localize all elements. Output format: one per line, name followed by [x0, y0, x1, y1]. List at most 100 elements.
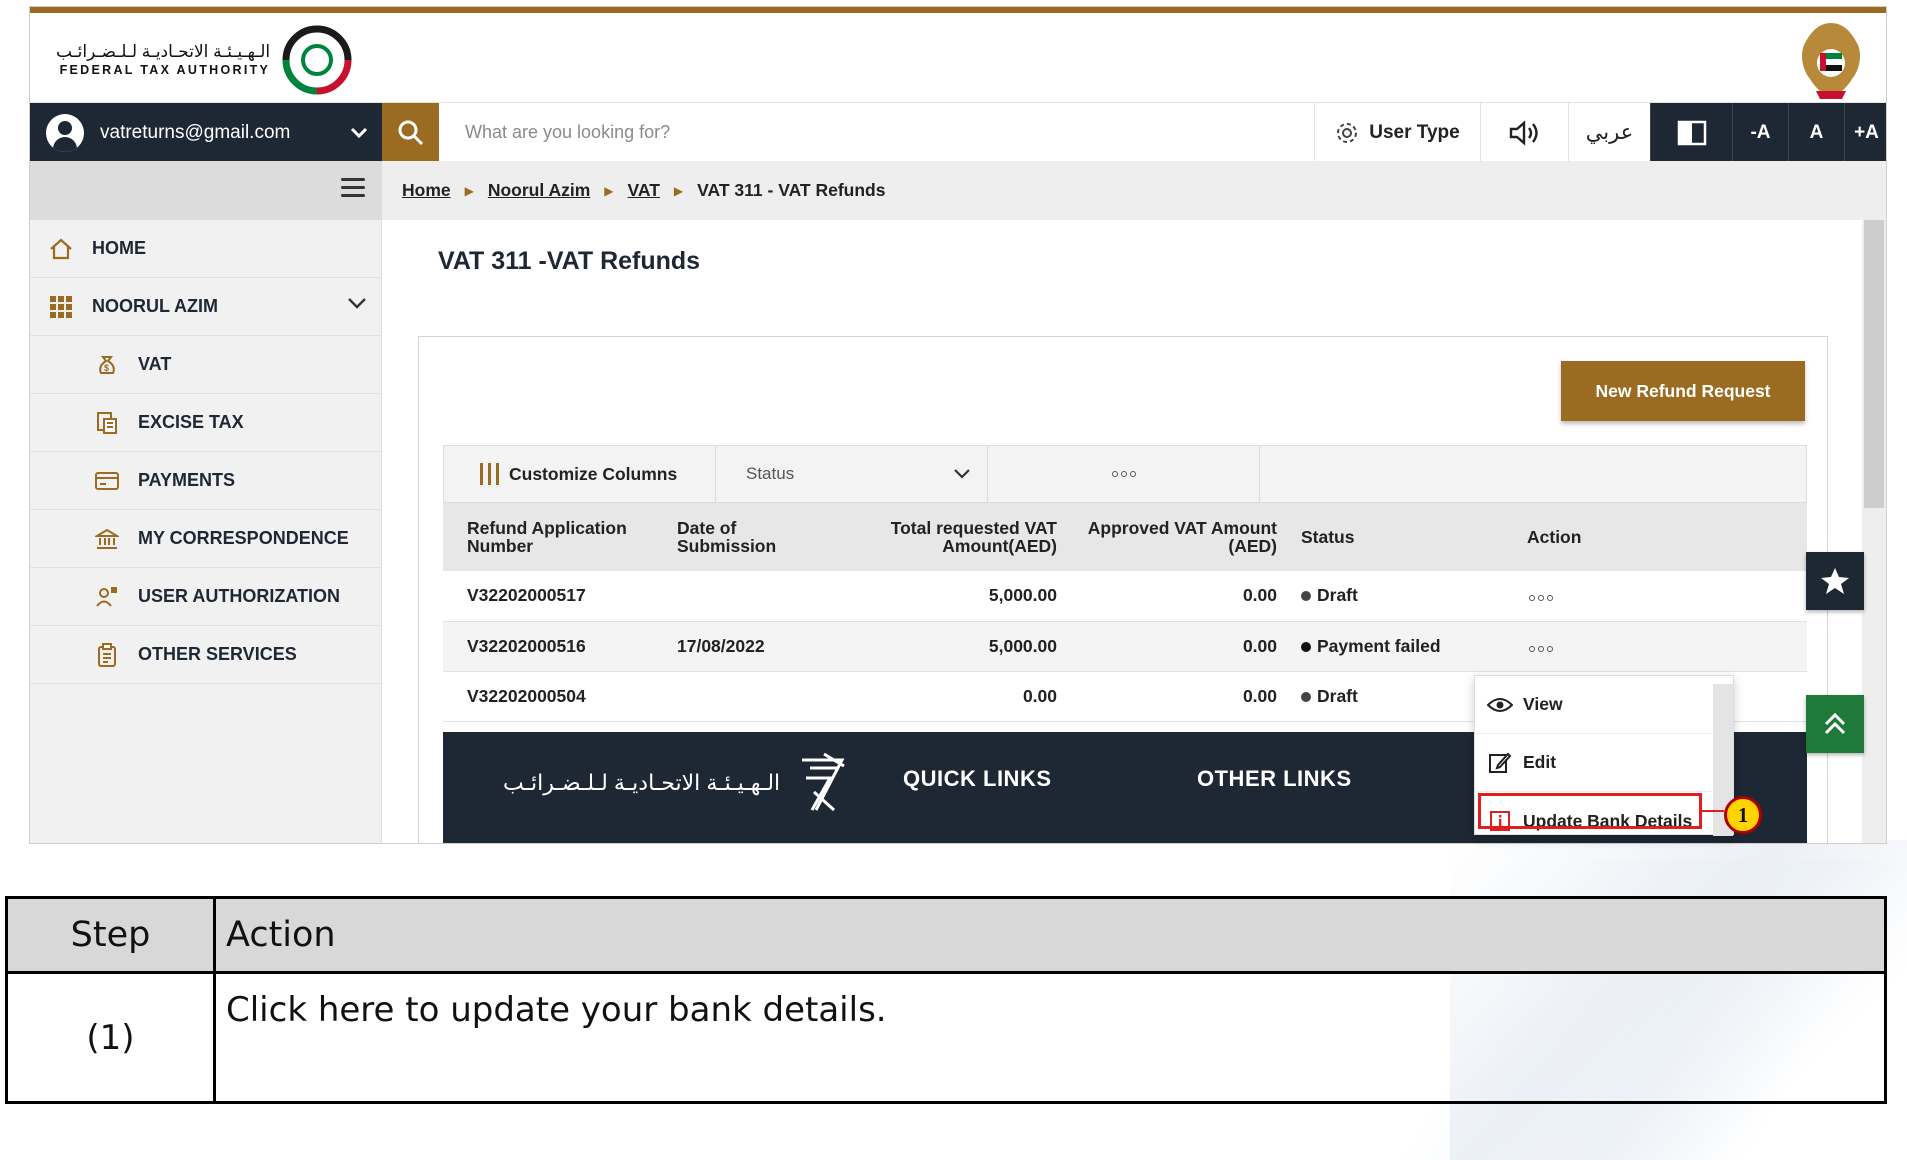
- customize-columns-button[interactable]: Customize Columns: [444, 446, 716, 502]
- refund-number: V32202000516: [443, 621, 665, 672]
- sidebar-item-excise-tax[interactable]: EXCISE TAX: [30, 394, 381, 452]
- edit-menu-item[interactable]: Edit: [1475, 734, 1733, 792]
- grid-icon: [48, 294, 74, 320]
- sidebar-item-label: EXCISE TAX: [138, 412, 244, 432]
- sidebar-item-label: USER AUTHORIZATION: [138, 586, 340, 606]
- column-header[interactable]: Action: [1515, 503, 1807, 571]
- document-tax-icon: [94, 410, 120, 436]
- table-row[interactable]: V32202000516 17/08/2022 5,000.00 0.00 Pa…: [443, 621, 1807, 672]
- callout-connector: [1701, 810, 1724, 812]
- sidebar-menu-bar: [30, 161, 381, 220]
- clipboard-icon: [94, 642, 120, 668]
- footer-logo[interactable]: الـهـيـئـة الاتحـاديـة لـلـضـرائـب: [503, 752, 850, 814]
- font-increase-button[interactable]: +A: [1844, 103, 1886, 162]
- breadcrumb-vat[interactable]: VAT: [628, 180, 660, 201]
- status-filter-select[interactable]: Status: [716, 446, 988, 502]
- font-normal-label: A: [1809, 121, 1824, 143]
- total-amount: 5,000.00: [845, 621, 1069, 672]
- user-account-dropdown[interactable]: vatreturns@gmail.com: [30, 103, 382, 162]
- font-decrease-button[interactable]: -A: [1732, 103, 1788, 162]
- view-label: View: [1523, 694, 1563, 714]
- search-icon: [398, 120, 423, 145]
- sidebar-item-payments[interactable]: PAYMENTS: [30, 452, 381, 510]
- logo-english-text: FEDERAL TAX AUTHORITY: [59, 63, 271, 78]
- sidebar-item-noorul-azim[interactable]: NOORUL AZIM: [30, 278, 381, 336]
- search-button[interactable]: [382, 103, 439, 162]
- table-row[interactable]: V32202000517 5,000.00 0.00 Draft: [443, 571, 1807, 622]
- view-menu-item[interactable]: View: [1475, 676, 1733, 734]
- quick-links-heading: QUICK LINKS: [903, 766, 1052, 791]
- contrast-icon: [1677, 120, 1706, 145]
- search-input[interactable]: [439, 103, 1314, 162]
- hamburger-menu-icon[interactable]: [341, 178, 365, 198]
- grid-toolbar: Customize Columns Status: [443, 445, 1807, 503]
- step-row: (1) Click here to update your bank detai…: [5, 971, 1887, 1104]
- fta-logo[interactable]: الـهـيـئـة الاتحـاديـة لـلـضـرائـب FEDER…: [56, 23, 354, 97]
- sidebar-item-label: PAYMENTS: [138, 470, 236, 490]
- scroll-to-top-button[interactable]: [1806, 695, 1864, 753]
- money-bag-icon: $: [94, 352, 120, 378]
- user-type-button[interactable]: User Type: [1314, 103, 1480, 162]
- sidebar-item-vat[interactable]: $ VAT: [30, 336, 381, 394]
- top-navbar: vatreturns@gmail.com User Type عربي -A A…: [30, 102, 1886, 162]
- site-header: الـهـيـئـة الاتحـاديـة لـلـضـرائـب FEDER…: [30, 13, 1886, 107]
- breadcrumb-separator-icon: ▶: [673, 183, 684, 198]
- more-options-button[interactable]: [988, 446, 1260, 502]
- column-header[interactable]: Total requested VAT Amount(AED): [845, 503, 1069, 571]
- submission-date: 17/08/2022: [665, 621, 845, 672]
- total-amount: 5,000.00: [845, 571, 1069, 622]
- row-action-menu[interactable]: [1515, 621, 1807, 672]
- step-column-header: Step: [5, 896, 216, 974]
- step-number: (1): [5, 971, 216, 1104]
- font-normal-button[interactable]: A: [1788, 103, 1844, 162]
- sidebar-item-user-authorization[interactable]: USER AUTHORIZATION: [30, 568, 381, 626]
- audio-button[interactable]: [1480, 103, 1568, 162]
- breadcrumb: Home ▶ Noorul Azim ▶ VAT ▶ VAT 311 - VAT…: [382, 161, 1886, 220]
- row-action-menu[interactable]: [1515, 571, 1807, 622]
- submission-date: [665, 671, 845, 722]
- submission-date: [665, 571, 845, 622]
- svg-text:$: $: [104, 363, 109, 373]
- home-icon: [48, 236, 74, 262]
- arabic-language-button[interactable]: عربي: [1568, 103, 1650, 162]
- new-refund-request-button[interactable]: New Refund Request: [1561, 361, 1805, 421]
- favorites-button[interactable]: [1806, 552, 1864, 610]
- ellipsis-icon: [1111, 471, 1136, 477]
- other-links-heading: OTHER LINKS: [1197, 766, 1352, 791]
- columns-icon: [480, 463, 499, 485]
- page-scrollbar[interactable]: [1862, 220, 1886, 843]
- action-column-header: Action: [213, 896, 1887, 974]
- chevron-down-icon: [350, 127, 368, 138]
- edit-icon: [1487, 751, 1513, 775]
- sidebar-item-my-correspondence[interactable]: MY CORRESPONDENCE: [30, 510, 381, 568]
- breadcrumb-noorul-azim[interactable]: Noorul Azim: [488, 180, 590, 201]
- speaker-icon: [1509, 119, 1538, 146]
- column-header[interactable]: Approved VAT Amount (AED): [1069, 503, 1289, 571]
- ellipsis-icon: [1529, 595, 1553, 602]
- total-amount: 0.00: [845, 671, 1069, 722]
- user-avatar-icon: [46, 113, 84, 152]
- contrast-toggle-button[interactable]: [1650, 103, 1732, 162]
- bank-icon: [94, 526, 120, 552]
- card-icon: [94, 468, 120, 494]
- user-type-label: User Type: [1369, 121, 1460, 143]
- column-header[interactable]: Status: [1289, 503, 1515, 571]
- sidebar-item-home[interactable]: HOME: [30, 220, 381, 278]
- status-dot-icon: [1301, 691, 1311, 702]
- breadcrumb-current: VAT 311 - VAT Refunds: [697, 180, 886, 200]
- customize-columns-label: Customize Columns: [509, 463, 678, 484]
- column-header[interactable]: Refund Application Number: [443, 503, 665, 571]
- sidebar-item-label: HOME: [92, 238, 146, 258]
- column-header[interactable]: Date of Submission: [665, 503, 845, 571]
- fta-logo-mark-icon: [282, 25, 352, 95]
- sidebar-item-label: NOORUL AZIM: [92, 296, 218, 316]
- scrollbar-thumb[interactable]: [1864, 220, 1884, 508]
- sidebar: HOME NOORUL AZIM $ VAT EXCISE TAX PAYMEN…: [30, 161, 382, 843]
- page-title: VAT 311 -VAT Refunds: [438, 247, 701, 275]
- breadcrumb-home[interactable]: Home: [402, 180, 451, 201]
- approved-amount: 0.00: [1069, 571, 1289, 622]
- sidebar-item-other-services[interactable]: OTHER SERVICES: [30, 626, 381, 684]
- refund-number: V32202000504: [443, 671, 665, 722]
- approved-amount: 0.00: [1069, 671, 1289, 722]
